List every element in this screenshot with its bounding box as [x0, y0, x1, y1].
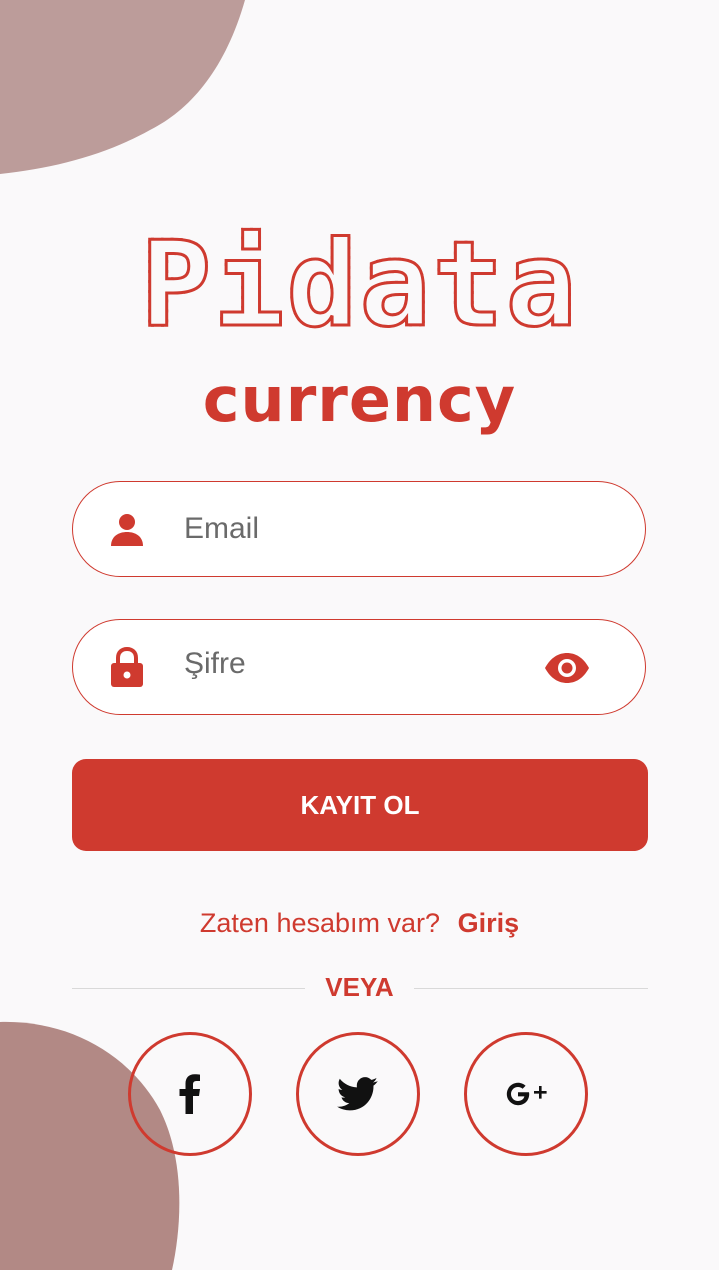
email-input[interactable]: Email	[184, 482, 259, 576]
lock-icon	[111, 646, 143, 687]
divider-label: VEYA	[325, 972, 394, 1002]
login-prompt-row: Zaten hesabım var? Giriş	[0, 908, 719, 939]
eye-icon[interactable]	[543, 650, 591, 686]
divider-right	[414, 988, 648, 989]
login-prompt-text: Zaten hesabım var?	[199, 908, 441, 938]
user-icon	[111, 514, 143, 546]
google-plus-icon	[506, 1082, 547, 1106]
logo-subtitle: currency	[202, 363, 517, 436]
decorative-blob-top	[0, 0, 245, 174]
password-field[interactable]: Şifre	[72, 619, 646, 715]
login-link[interactable]: Giriş	[458, 908, 520, 938]
twitter-button[interactable]	[296, 1032, 420, 1156]
facebook-button[interactable]	[128, 1032, 252, 1156]
facebook-icon	[179, 1074, 200, 1114]
logo-title: Pidata	[134, 224, 584, 345]
app-logo: Pidata currency	[0, 224, 719, 436]
twitter-icon	[337, 1077, 378, 1111]
email-field[interactable]: Email	[72, 481, 646, 577]
register-button[interactable]: KAYIT OL	[72, 759, 648, 851]
divider-left	[72, 988, 305, 989]
google-plus-button[interactable]	[464, 1032, 588, 1156]
password-input[interactable]: Şifre	[184, 620, 246, 714]
